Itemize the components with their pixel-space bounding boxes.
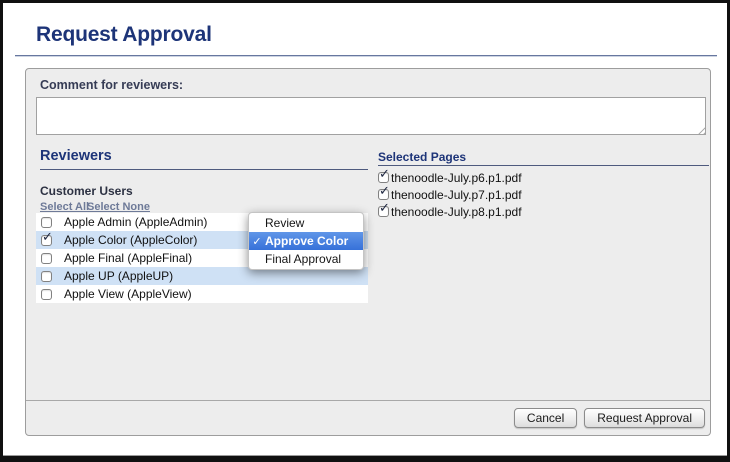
checkbox[interactable]: ✓: [41, 235, 52, 246]
cancel-button[interactable]: Cancel: [514, 408, 577, 428]
checkbox[interactable]: ✓: [378, 206, 389, 217]
reviewers-divider: [40, 169, 368, 170]
menu-item-approve-color[interactable]: ✓ Approve Color: [249, 232, 363, 250]
user-label: Apple Final (AppleFinal): [64, 251, 192, 265]
file-label: thenoodle-July.p7.p1.pdf: [391, 188, 522, 202]
selected-pages-divider: [378, 165, 709, 166]
request-approval-dialog: Request Approval Comment for reviewers: …: [0, 0, 730, 462]
comment-textarea[interactable]: [36, 97, 706, 135]
checkbox[interactable]: ✓: [41, 217, 52, 228]
file-row[interactable]: ✓ thenoodle-July.p8.p1.pdf: [378, 203, 522, 220]
request-approval-button[interactable]: Request Approval: [584, 408, 705, 428]
checkbox[interactable]: ✓: [41, 289, 52, 300]
file-label: thenoodle-July.p6.p1.pdf: [391, 171, 522, 185]
selected-pages-list: ✓ thenoodle-July.p6.p1.pdf ✓ thenoodle-J…: [378, 169, 522, 220]
user-label: Apple Color (AppleColor): [64, 233, 197, 247]
selected-pages-heading: Selected Pages: [378, 150, 466, 164]
approval-role-menu: ✓ Review ✓ Approve Color ✓ Final Approva…: [248, 212, 364, 270]
file-row[interactable]: ✓ thenoodle-July.p6.p1.pdf: [378, 169, 522, 186]
user-label: Apple View (AppleView): [64, 287, 192, 301]
checkmark-icon: ✓: [249, 235, 265, 248]
checkmark-icon: ✓: [379, 167, 390, 180]
menu-item-label: Final Approval: [265, 252, 341, 266]
comment-label: Comment for reviewers:: [40, 78, 183, 92]
menu-item-final-approval[interactable]: ✓ Final Approval: [249, 250, 363, 268]
menu-item-review[interactable]: ✓ Review: [249, 214, 363, 232]
file-label: thenoodle-July.p8.p1.pdf: [391, 205, 522, 219]
checkmark-icon: ✓: [379, 184, 390, 197]
reviewers-heading: Reviewers: [40, 148, 112, 164]
customer-users-label: Customer Users: [40, 184, 133, 198]
footer-button-bar: Cancel Request Approval: [26, 402, 705, 434]
select-all-link[interactable]: Select All: [40, 201, 89, 213]
user-label: Apple UP (AppleUP): [64, 269, 173, 283]
footer-divider: [26, 400, 710, 401]
menu-item-label: Approve Color: [265, 234, 348, 248]
checkmark-icon: ✓: [379, 201, 390, 214]
checkmark-icon: ✓: [42, 230, 53, 243]
page-title: Request Approval: [36, 23, 212, 47]
menu-item-label: Review: [265, 216, 304, 230]
user-label: Apple Admin (AppleAdmin): [64, 215, 207, 229]
checkbox[interactable]: ✓: [378, 172, 389, 183]
checkbox[interactable]: ✓: [41, 271, 52, 282]
select-none-link[interactable]: Select None: [87, 201, 150, 213]
checkbox[interactable]: ✓: [41, 253, 52, 264]
checkbox[interactable]: ✓: [378, 189, 389, 200]
user-row-apple-view[interactable]: ✓ Apple View (AppleView): [36, 285, 368, 303]
title-divider: [15, 55, 717, 57]
file-row[interactable]: ✓ thenoodle-July.p7.p1.pdf: [378, 186, 522, 203]
